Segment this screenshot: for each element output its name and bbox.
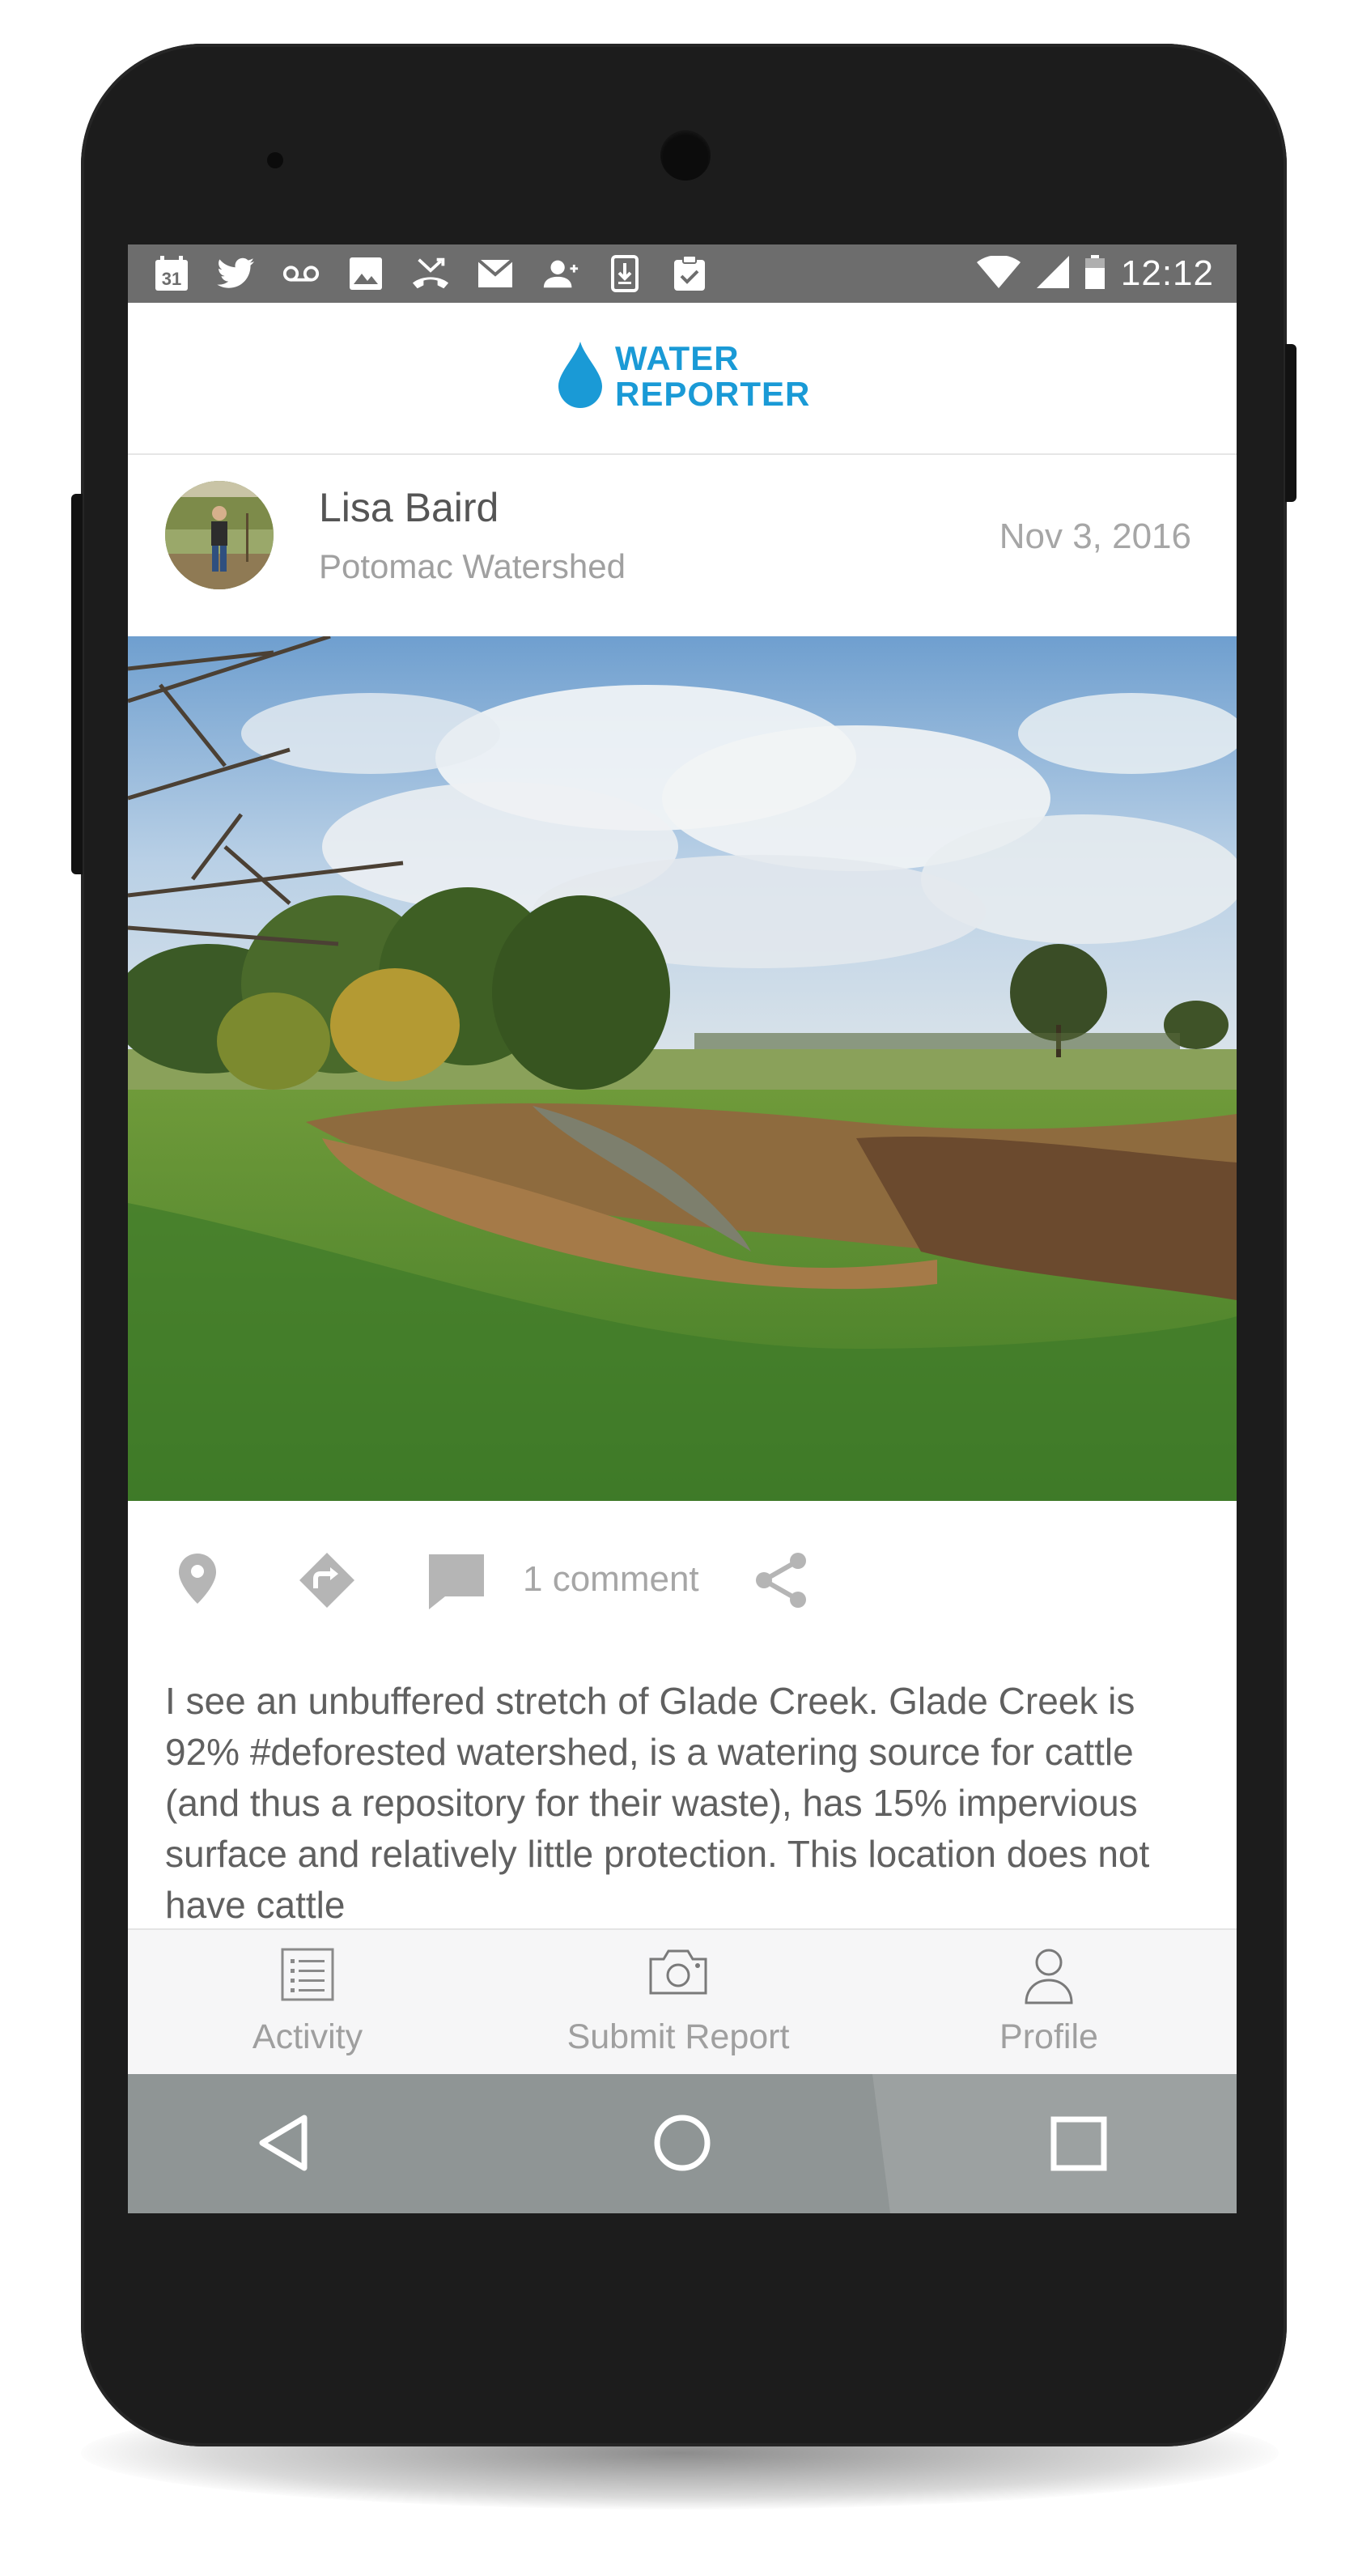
phone-power-button <box>1285 344 1296 502</box>
clipboard-check-icon <box>670 254 709 293</box>
missed-call-icon <box>411 254 450 293</box>
bottom-tab-bar: Activity Submit Report Profile <box>128 1928 1237 2076</box>
user-name[interactable]: Lisa Baird <box>319 484 499 531</box>
svg-text:31: 31 <box>162 269 181 289</box>
voicemail-icon <box>282 254 320 293</box>
recents-icon[interactable] <box>1050 2116 1107 2175</box>
logo-line-2: REPORTER <box>615 374 811 413</box>
tab-label: Profile <box>999 2017 1098 2056</box>
post-header: Lisa Baird Potomac Watershed Nov 3, 2016 <box>128 455 1237 636</box>
mail-icon <box>476 254 515 293</box>
battery-icon <box>1084 254 1105 293</box>
comment-icon[interactable] <box>427 1553 486 1609</box>
post-date: Nov 3, 2016 <box>999 516 1191 556</box>
add-person-icon <box>541 254 579 293</box>
post-body: I see an unbuffered stretch of Glade Cre… <box>165 1680 1150 1926</box>
camera-icon <box>647 1948 709 2000</box>
app-header: WATER REPORTER <box>128 303 1237 455</box>
proximity-sensor <box>267 152 283 168</box>
back-icon[interactable] <box>257 2115 309 2175</box>
person-icon <box>1023 1948 1075 2009</box>
calendar-icon: 31 <box>152 254 191 293</box>
tab-label: Submit Report <box>567 2017 790 2056</box>
water-reporter-logo[interactable]: WATER REPORTER <box>557 340 810 412</box>
wifi-icon <box>976 254 1021 292</box>
tab-profile[interactable]: Profile <box>927 1930 1170 2076</box>
post-actions: 1 comment <box>128 1501 1237 1655</box>
avatar[interactable] <box>165 481 274 589</box>
twitter-icon <box>217 254 256 293</box>
status-bar: 31 12:12 <box>128 244 1237 303</box>
tab-label: Activity <box>252 2017 363 2056</box>
logo-line-1: WATER <box>615 338 740 377</box>
phone-volume-button <box>71 494 83 874</box>
front-camera <box>660 130 711 181</box>
status-time: 12:12 <box>1120 253 1214 293</box>
post-photo[interactable] <box>128 636 1237 1501</box>
signal-icon <box>1036 255 1069 292</box>
user-group[interactable]: Potomac Watershed <box>319 547 626 586</box>
water-drop-icon <box>557 340 604 412</box>
directions-icon[interactable] <box>298 1551 356 1609</box>
screen: 31 12:12 WATER REPORTER Lisa Baird Potom… <box>128 244 1237 2213</box>
comment-count[interactable]: 1 comment <box>523 1559 699 1600</box>
tab-activity[interactable]: Activity <box>186 1930 429 2076</box>
location-pin-icon[interactable] <box>173 1548 222 1609</box>
download-icon <box>605 254 644 293</box>
image-icon <box>346 254 385 293</box>
tab-submit-report[interactable]: Submit Report <box>557 1930 800 2076</box>
android-nav-bar <box>128 2074 1237 2213</box>
home-icon[interactable] <box>652 2113 712 2177</box>
share-icon[interactable] <box>753 1551 809 1609</box>
list-icon <box>281 1948 334 2005</box>
